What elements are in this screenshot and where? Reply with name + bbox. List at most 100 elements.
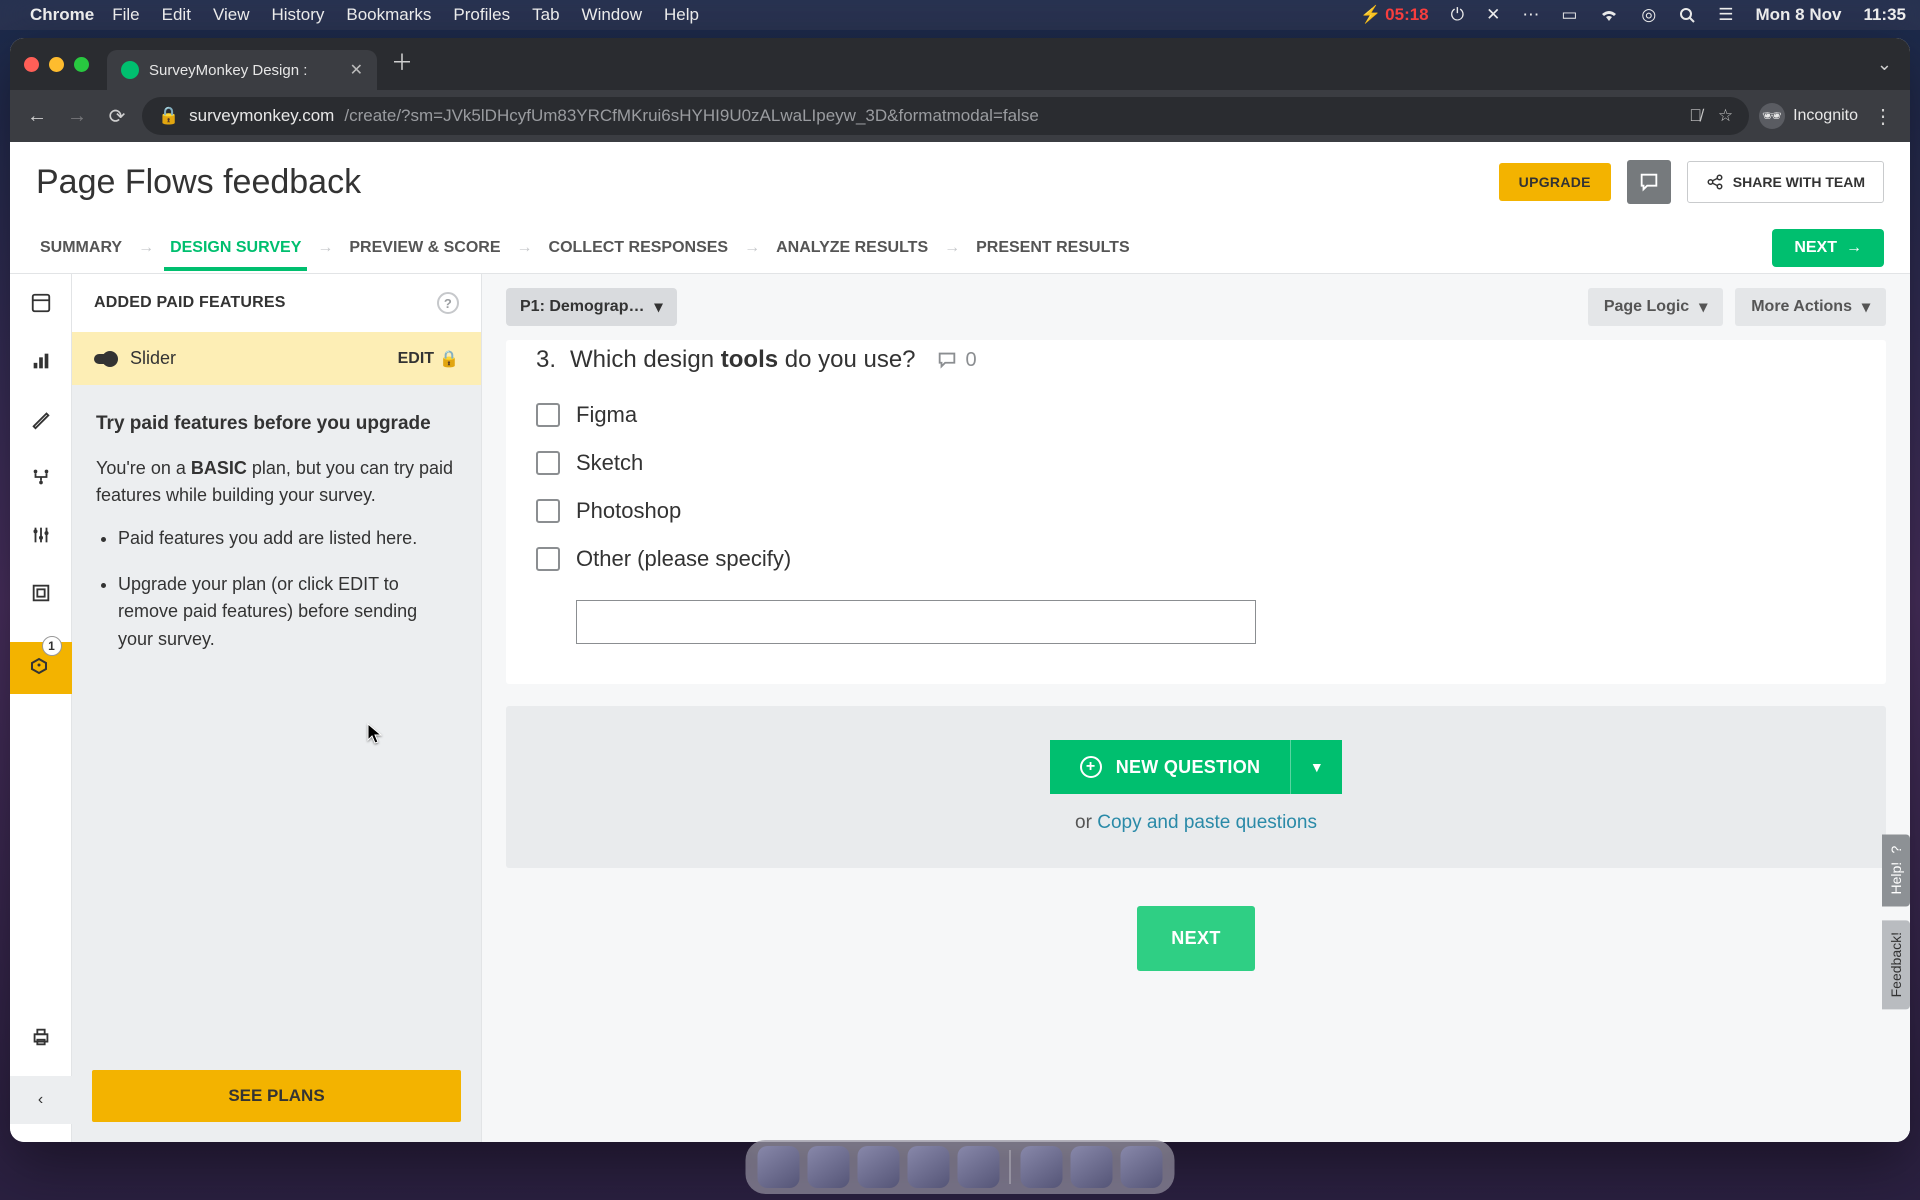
rail-style-icon[interactable] [28, 348, 54, 374]
survey-next-button[interactable]: NEXT [1137, 906, 1255, 971]
step-preview-score[interactable]: PREVIEW & SCORE [345, 239, 504, 257]
help-icon[interactable]: ? [437, 292, 459, 314]
status-icon[interactable]: ◎ [1641, 5, 1656, 25]
menubar-time[interactable]: 11:35 [1863, 5, 1906, 25]
menubar-app-name[interactable]: Chrome [30, 5, 94, 25]
rail-bank-icon[interactable] [28, 580, 54, 606]
menu-window[interactable]: Window [582, 5, 642, 25]
checkbox[interactable] [536, 403, 560, 427]
feedback-tab[interactable]: Feedback! [1882, 920, 1910, 1009]
rail-options-icon[interactable] [28, 522, 54, 548]
comment-button[interactable] [1627, 160, 1671, 204]
paid-feature-row[interactable]: Slider EDIT 🔒 [72, 332, 481, 385]
rail-themes-icon[interactable] [28, 406, 54, 432]
other-specify-input[interactable] [576, 600, 1256, 644]
menu-bookmarks[interactable]: Bookmarks [346, 5, 431, 25]
menu-view[interactable]: View [213, 5, 250, 25]
new-question-dropdown[interactable]: ▼ [1290, 740, 1342, 794]
status-icon[interactable]: ▭ [1561, 5, 1577, 25]
option-row[interactable]: Figma [536, 402, 1856, 428]
address-bar[interactable]: 🔒 surveymonkey.com/create/?sm=JVk5lDHcyf… [142, 97, 1749, 135]
minimize-window-button[interactable] [49, 57, 64, 72]
edit-paid-feature-button[interactable]: EDIT 🔒 [398, 349, 459, 369]
dock-app[interactable] [908, 1146, 950, 1188]
spotlight-icon[interactable] [1678, 6, 1696, 24]
control-center-icon[interactable]: ☰ [1718, 5, 1733, 25]
new-tab-button[interactable]: ＋ [391, 45, 413, 77]
copy-paste-link[interactable]: Copy and paste questions [1097, 812, 1317, 833]
mac-dock [746, 1140, 1175, 1194]
survey-canvas: P1: Demograp… ▾ Page Logic ▾ More Action… [482, 274, 1910, 1142]
page-picker[interactable]: P1: Demograp… ▾ [506, 288, 677, 326]
option-row[interactable]: Other (please specify) [536, 546, 1856, 572]
rail-logic-icon[interactable] [28, 464, 54, 490]
edit-label: EDIT [398, 350, 434, 368]
dock-trash[interactable] [1121, 1146, 1163, 1188]
survey-title[interactable]: Page Flows feedback [36, 163, 361, 202]
menu-edit[interactable]: Edit [162, 5, 191, 25]
dock-app[interactable] [858, 1146, 900, 1188]
wifi-icon[interactable] [1599, 8, 1619, 22]
forward-button[interactable]: → [62, 105, 92, 128]
step-present-results[interactable]: PRESENT RESULTS [972, 239, 1134, 257]
canvas-toolbar: P1: Demograp… ▾ Page Logic ▾ More Action… [506, 274, 1886, 340]
dock-app[interactable] [958, 1146, 1000, 1188]
status-icon[interactable]: ⋯ [1522, 5, 1539, 25]
rail-print-icon[interactable] [28, 1024, 54, 1050]
promo-paragraph: You're on a BASIC plan, but you can try … [96, 455, 457, 509]
help-tab[interactable]: Help!? [1882, 834, 1910, 906]
reload-button[interactable]: ⟳ [102, 104, 132, 129]
new-question-button[interactable]: + NEW QUESTION [1050, 740, 1291, 794]
upgrade-button[interactable]: UPGRADE [1499, 163, 1611, 201]
menu-file[interactable]: File [112, 5, 139, 25]
option-row[interactable]: Sketch [536, 450, 1856, 476]
chevron-down-icon: ▾ [654, 297, 662, 317]
status-icon[interactable]: ⏻ [1451, 5, 1464, 25]
lock-icon: 🔒 [439, 349, 459, 369]
battery-status[interactable]: ⚡05:18 [1360, 5, 1429, 25]
chrome-toolbar: ← → ⟳ 🔒 surveymonkey.com/create/?sm=JVk5… [10, 90, 1910, 142]
see-plans-button[interactable]: SEE PLANS [92, 1070, 461, 1122]
menu-history[interactable]: History [271, 5, 324, 25]
close-window-button[interactable] [24, 57, 39, 72]
menu-tab[interactable]: Tab [532, 5, 559, 25]
back-button[interactable]: ← [22, 105, 52, 128]
option-label: Figma [576, 402, 637, 428]
step-summary[interactable]: SUMMARY [36, 239, 126, 257]
rail-collapse-button[interactable]: ‹ [10, 1076, 72, 1124]
dock-app[interactable] [1021, 1146, 1063, 1188]
more-actions-button[interactable]: More Actions ▾ [1735, 288, 1886, 326]
dock-app[interactable] [758, 1146, 800, 1188]
rail-build-icon[interactable] [28, 290, 54, 316]
chrome-menu-icon[interactable]: ⋮ [1868, 104, 1898, 129]
share-with-team-button[interactable]: SHARE WITH TEAM [1687, 161, 1884, 203]
eye-off-icon[interactable]: 👁̸ [1689, 106, 1702, 126]
menu-profiles[interactable]: Profiles [453, 5, 510, 25]
add-question-panel: + NEW QUESTION ▼ or Copy and paste quest… [506, 706, 1886, 868]
page-logic-button[interactable]: Page Logic ▾ [1588, 288, 1723, 326]
option-row[interactable]: Photoshop [536, 498, 1856, 524]
fullscreen-window-button[interactable] [74, 57, 89, 72]
next-label: NEXT [1794, 239, 1837, 257]
browser-tab[interactable]: SurveyMonkey Design : ✕ [107, 50, 377, 90]
question-card[interactable]: 3. Which design tools do you use? 0 Figm… [506, 340, 1886, 684]
close-tab-icon[interactable]: ✕ [350, 60, 363, 80]
dock-app[interactable] [1071, 1146, 1113, 1188]
checkbox[interactable] [536, 547, 560, 571]
next-step-button[interactable]: NEXT → [1772, 229, 1884, 267]
step-analyze-results[interactable]: ANALYZE RESULTS [772, 239, 932, 257]
tab-overflow-icon[interactable]: ⌄ [1877, 54, 1892, 75]
menubar-date[interactable]: Mon 8 Nov [1756, 5, 1842, 25]
paid-feature-label: Slider [130, 348, 176, 369]
checkbox[interactable] [536, 451, 560, 475]
step-design-survey[interactable]: DESIGN SURVEY [166, 239, 305, 257]
step-collect-responses[interactable]: COLLECT RESPONSES [545, 239, 733, 257]
rail-paid-features-icon[interactable]: 1 [10, 642, 72, 694]
comment-icon [936, 349, 958, 371]
bookmark-star-icon[interactable]: ☆ [1718, 106, 1733, 126]
status-icon[interactable]: ✕ [1486, 5, 1500, 25]
checkbox[interactable] [536, 499, 560, 523]
menu-help[interactable]: Help [664, 5, 699, 25]
incognito-indicator[interactable]: 🕶 Incognito [1759, 103, 1858, 129]
dock-app[interactable] [808, 1146, 850, 1188]
